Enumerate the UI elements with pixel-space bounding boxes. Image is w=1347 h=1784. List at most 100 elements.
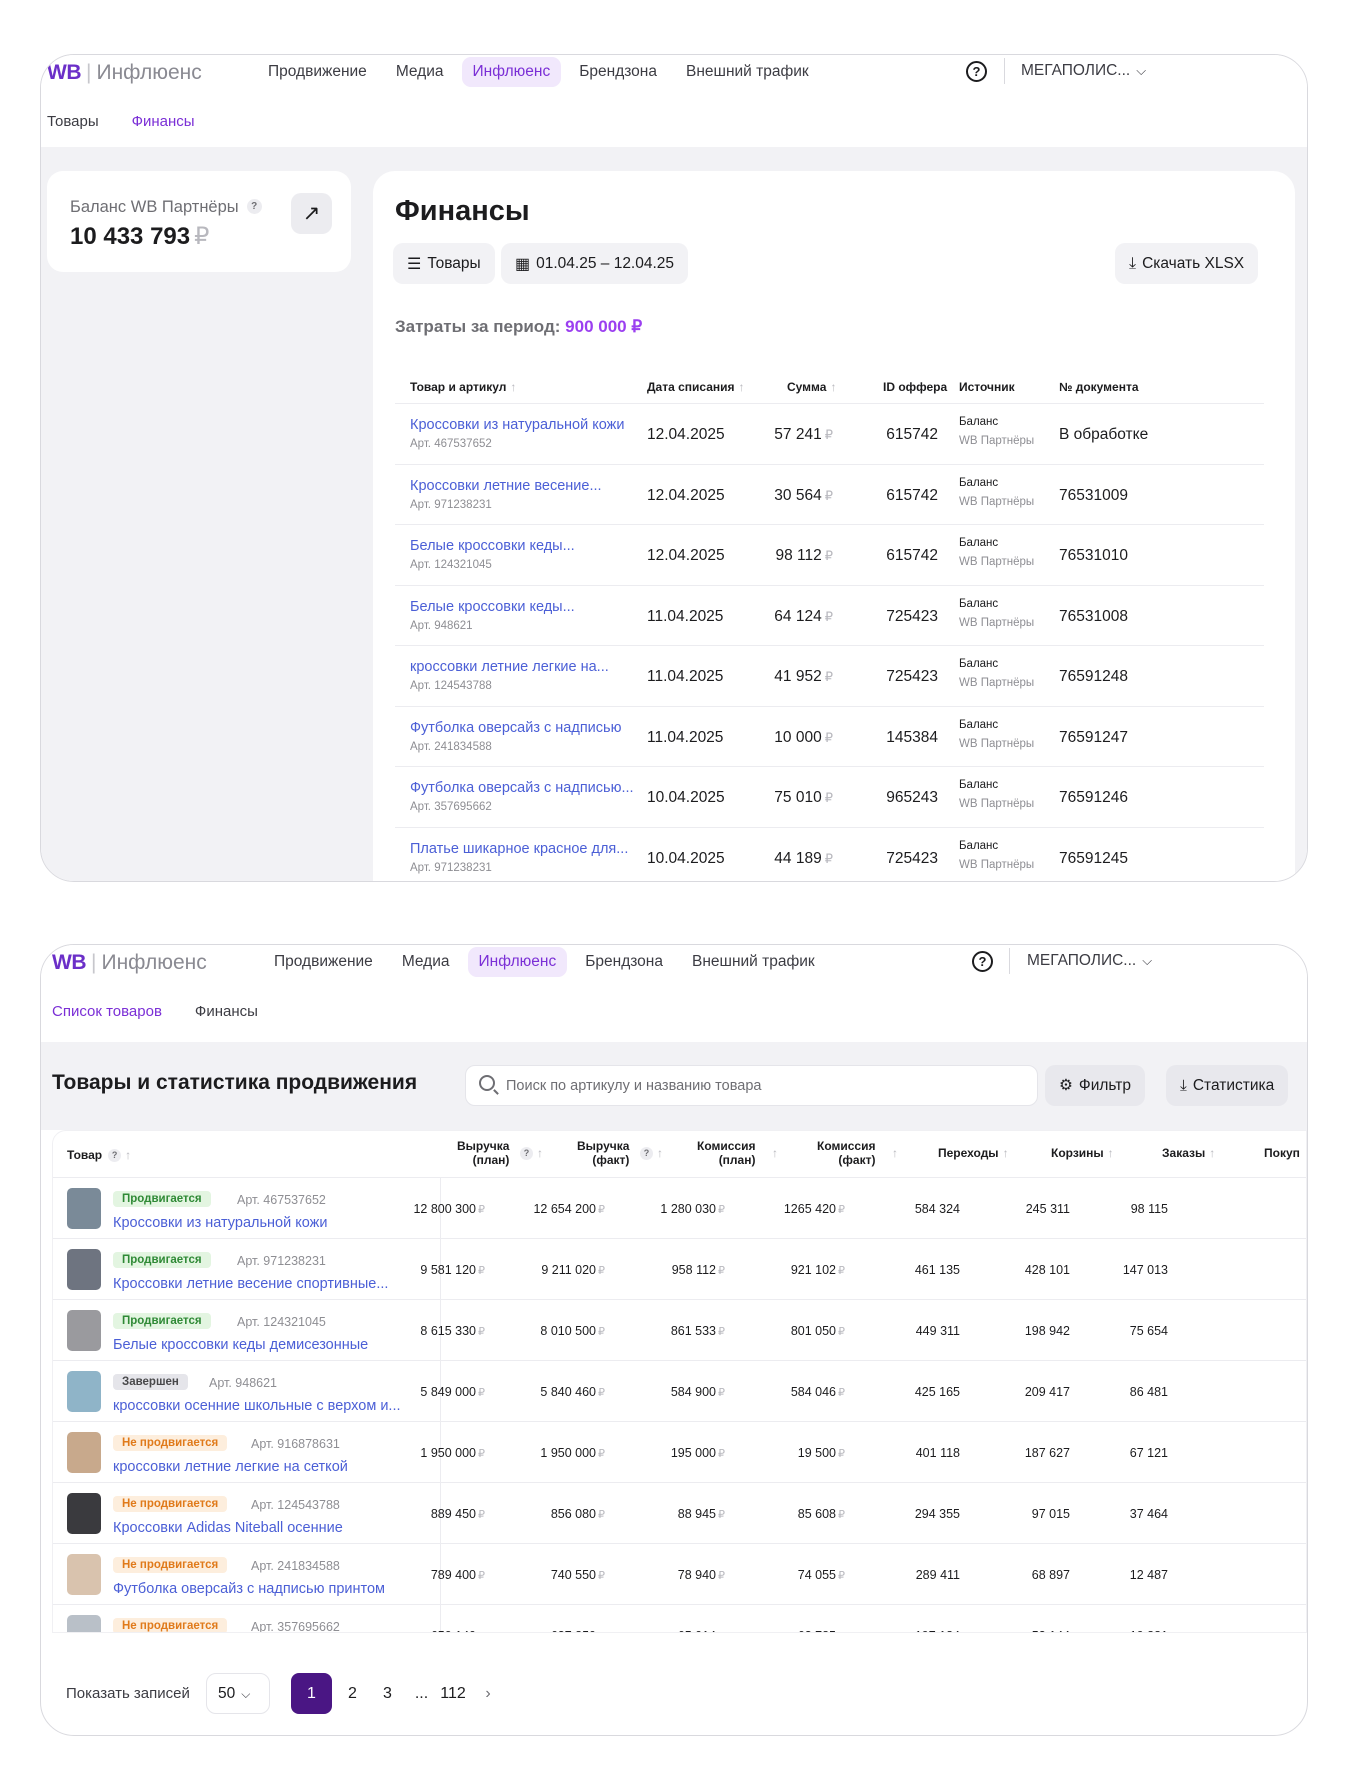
- search-input[interactable]: [506, 1066, 1026, 1105]
- page-link[interactable]: 112: [430, 1673, 476, 1714]
- help-icon[interactable]: ?: [640, 1147, 653, 1160]
- next-page-icon[interactable]: ›: [476, 1673, 500, 1714]
- document-number: 76531009: [1059, 486, 1128, 504]
- product-link[interactable]: Кроссовки летние весение спортивные...: [113, 1276, 388, 1292]
- product-thumbnail[interactable]: [67, 1432, 101, 1473]
- column-product-header[interactable]: Товар? ↑: [67, 1148, 131, 1162]
- help-icon[interactable]: ?: [966, 61, 987, 82]
- table-row[interactable]: Завершен Арт. 948621 кроссовки осенние шко…: [53, 1361, 1306, 1422]
- logo[interactable]: WB | Инфлюенс: [52, 949, 207, 977]
- date-range-picker[interactable]: ▦ 01.04.25 – 12.04.25: [501, 243, 689, 284]
- product-link[interactable]: Кроссовки из натуральной кожи: [113, 1215, 327, 1231]
- product-link[interactable]: Белые кроссовки кеды...: [410, 538, 575, 554]
- page-size-select[interactable]: 50 ⌵: [206, 1673, 270, 1714]
- table-row[interactable]: Кроссовки летние весение... Арт. 97123823…: [395, 465, 1264, 525]
- nav-link-1[interactable]: Медиа: [391, 947, 461, 977]
- subtab-0[interactable]: Список товаров: [52, 1003, 162, 1020]
- table-row[interactable]: Белые кроссовки кеды... Арт. 948621 11.04.…: [395, 586, 1264, 646]
- product-link[interactable]: Белые кроссовки кеды демисезонные: [113, 1337, 368, 1353]
- product-link[interactable]: Кроссовки Adidas Niteball осенние: [113, 1520, 343, 1536]
- column-revenue-fact-header[interactable]: Выручка (факт): [577, 1139, 629, 1167]
- table-row[interactable]: Продвигается Арт. 124321045 Белые кроссовк…: [53, 1300, 1306, 1361]
- product-article: Арт. 241834588: [410, 740, 492, 753]
- statistics-button[interactable]: ⤓ Статистика: [1166, 1065, 1289, 1106]
- column-carts-header[interactable]: Корзины ↑: [1051, 1146, 1114, 1160]
- nav-link-3[interactable]: Брендзона: [568, 57, 668, 87]
- nav-link-2[interactable]: Инфлюенс: [467, 947, 568, 977]
- help-icon[interactable]: ?: [972, 951, 993, 972]
- column-orders-header[interactable]: Заказы ↑: [1162, 1146, 1215, 1160]
- column-revenue-plan-controls[interactable]: ? ↑: [514, 1146, 543, 1160]
- help-icon[interactable]: ?: [520, 1147, 533, 1160]
- content-area: Баланс WB Партнёры? 10 433 793 ₽ ↗ Финанс…: [41, 147, 1307, 881]
- column-date-header[interactable]: Дата списания ↑: [647, 380, 745, 394]
- nav-link-1[interactable]: Медиа: [385, 57, 455, 87]
- table-row[interactable]: Не продвигается Арт. 241834588 Футболка ов…: [53, 1544, 1306, 1605]
- cell-value: 740 550: [550, 1568, 596, 1582]
- product-thumbnail[interactable]: [67, 1188, 101, 1229]
- product-link[interactable]: Футболка оверсайз с надписью принтом: [113, 1581, 385, 1597]
- table-row[interactable]: Не продвигается Арт. 124543788 Кроссовки A…: [53, 1483, 1306, 1544]
- currency-sign: ₽: [478, 1509, 485, 1521]
- product-link[interactable]: Белые кроссовки кеды...: [410, 599, 575, 615]
- product-thumbnail[interactable]: [67, 1249, 101, 1290]
- product-thumbnail[interactable]: [67, 1615, 101, 1632]
- table-row[interactable]: Кроссовки из натуральной кожи Арт. 467537…: [395, 404, 1264, 465]
- product-link[interactable]: Футболка оверсайз с надписью: [410, 720, 621, 736]
- account-menu[interactable]: МЕГАПОЛИС... ⌵: [1021, 62, 1146, 80]
- subtab-1[interactable]: Финансы: [195, 1003, 258, 1020]
- product-link[interactable]: кроссовки летние легкие на...: [410, 659, 609, 675]
- product-link[interactable]: Платье шикарное красное для...: [410, 841, 628, 857]
- nav-link-2[interactable]: Инфлюенс: [461, 57, 562, 87]
- nav-link-4[interactable]: Внешний трафик: [681, 947, 826, 977]
- account-menu[interactable]: МЕГАПОЛИС... ⌵: [1027, 952, 1152, 970]
- currency-sign: ₽: [838, 1509, 845, 1521]
- product-link[interactable]: кроссовки летние легкие на сеткой: [113, 1459, 348, 1475]
- goods-filter-button[interactable]: ☰ Товары: [393, 243, 495, 284]
- product-link[interactable]: Кроссовки летние весение...: [410, 478, 602, 494]
- help-icon[interactable]: ?: [108, 1149, 122, 1162]
- nav-link-4[interactable]: Внешний трафик: [675, 57, 820, 87]
- product-link[interactable]: кроссовки осенние школьные с верхом и...: [113, 1398, 401, 1414]
- product-thumbnail[interactable]: [67, 1554, 101, 1595]
- help-icon[interactable]: ?: [246, 199, 262, 214]
- column-clicks-header[interactable]: Переходы ↑: [938, 1146, 1009, 1160]
- product-thumbnail[interactable]: [67, 1371, 101, 1412]
- subtab-1[interactable]: Финансы: [132, 113, 195, 130]
- column-buyers-header[interactable]: Покуп: [1264, 1146, 1300, 1160]
- product-thumbnail[interactable]: [67, 1310, 101, 1351]
- subtab-0[interactable]: Товары: [47, 113, 99, 130]
- page-link[interactable]: 1: [291, 1673, 332, 1714]
- column-revenue-fact-controls[interactable]: ? ↑: [634, 1146, 663, 1160]
- download-xlsx-button[interactable]: ⤓ Скачать XLSX: [1115, 243, 1259, 284]
- table-row[interactable]: Не продвигаетсяАрт. 357695662Футболка ов…: [53, 1605, 1306, 1632]
- product-link[interactable]: Футболка оверсайз с надписью...: [410, 780, 634, 796]
- column-commission-fact-header[interactable]: Комиссия (факт): [817, 1139, 875, 1167]
- column-commission-plan-sort[interactable]: ↑: [768, 1146, 778, 1160]
- table-row[interactable]: Белые кроссовки кеды... Арт. 124321045 12.…: [395, 525, 1264, 586]
- nav-link-3[interactable]: Брендзона: [574, 947, 674, 977]
- table-row[interactable]: Не продвигается Арт. 916878631 кроссовки л…: [53, 1422, 1306, 1483]
- table-row[interactable]: Продвигается Арт. 971238231 Кроссовки летн…: [53, 1239, 1306, 1300]
- column-commission-fact-sort[interactable]: ↑: [888, 1146, 898, 1160]
- filter-button[interactable]: ⚙ Фильтр: [1045, 1065, 1145, 1106]
- table-row[interactable]: Футболка оверсайз с надписью Арт. 2418345…: [395, 707, 1264, 767]
- logo-name: Инфлюенс: [96, 61, 202, 84]
- table-row[interactable]: кроссовки летние легкие на... Арт. 124543…: [395, 646, 1264, 707]
- sum-value: 75 010: [774, 789, 822, 806]
- column-sum-header[interactable]: Сумма ↑: [787, 380, 836, 394]
- product-thumbnail[interactable]: [67, 1493, 101, 1534]
- nav-link-0[interactable]: Продвижение: [263, 947, 384, 977]
- column-revenue-plan-header[interactable]: Выручка (план): [457, 1139, 509, 1167]
- table-row[interactable]: Платье шикарное красное для... Арт. 97123…: [395, 828, 1264, 882]
- logo[interactable]: WB | Инфлюенс: [47, 59, 202, 87]
- column-product-header[interactable]: Товар и артикул ↑: [410, 380, 516, 394]
- arrow-up-right-icon[interactable]: ↗: [291, 193, 332, 234]
- table-row[interactable]: Футболка оверсайз с надписью... Арт. 3576…: [395, 767, 1264, 828]
- product-link[interactable]: Кроссовки из натуральной кожи: [410, 417, 624, 433]
- search-field[interactable]: [465, 1065, 1038, 1106]
- column-commission-plan-header[interactable]: Комиссия (план): [697, 1139, 755, 1167]
- nav-link-0[interactable]: Продвижение: [257, 57, 378, 87]
- table-row[interactable]: Продвигается Арт. 467537652 Кроссовки из н…: [53, 1178, 1306, 1239]
- cell-value: 461 135: [914, 1263, 960, 1277]
